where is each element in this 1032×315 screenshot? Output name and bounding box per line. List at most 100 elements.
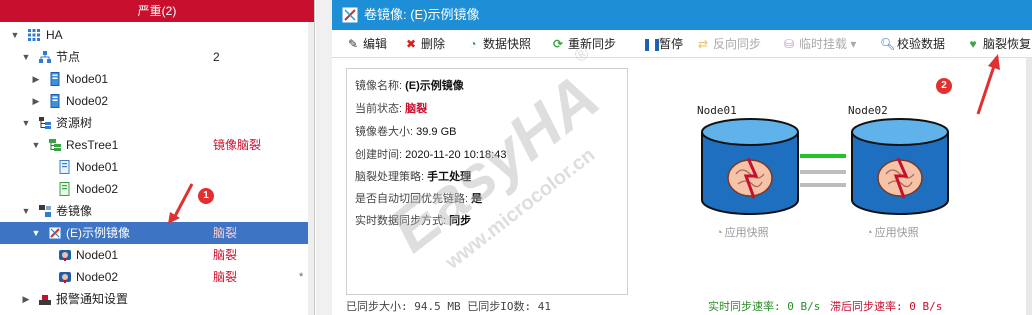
tree-scrollbar[interactable] xyxy=(308,22,314,315)
expand-caret-icon[interactable]: ▼ xyxy=(21,46,31,68)
info-label: 实时数据同步方式: xyxy=(355,215,447,227)
apply-snapshot-label: 应用快照 xyxy=(874,227,919,239)
tree-item-example-mirror[interactable]: ▼ (E)示例镜像 脑裂 xyxy=(0,222,314,244)
tree-item-label: HA xyxy=(46,28,63,42)
snapshot-icon: ◔ xyxy=(716,227,723,239)
info-label: 当前状态: xyxy=(355,103,403,115)
volume-mirror-icon xyxy=(39,205,51,217)
temp-mount-label: 临时挂载 ▾ xyxy=(799,37,857,51)
snapshot-icon: ◔ xyxy=(866,227,873,239)
tree-item-alert-settings[interactable]: ▶ 报警通知设置 xyxy=(0,288,314,310)
snapshot-icon: ◔ xyxy=(469,37,477,51)
realtime-sync-rate: 实时同步速率: 0 B/s xyxy=(708,300,821,313)
delete-label: 删除 xyxy=(421,37,446,51)
node01-disk-icon[interactable] xyxy=(700,118,800,218)
verify-data-button[interactable]: 🔍︎ 校验数据 xyxy=(880,30,945,58)
node02-apply-snapshot[interactable]: ◔ 应用快照 xyxy=(866,224,919,240)
tree-item-resource-tree[interactable]: ▼ 资源树 xyxy=(0,112,314,134)
node01-apply-snapshot[interactable]: ◔ 应用快照 xyxy=(716,224,769,240)
detail-title-bar: 卷镜像: (E)示例镜像 xyxy=(332,0,1032,30)
info-value: 脑裂 xyxy=(405,103,428,115)
expand-caret-icon[interactable]: ▼ xyxy=(31,222,41,244)
info-label: 创建时间: xyxy=(355,149,403,161)
tree-item-ha[interactable]: ▼ HA xyxy=(0,24,314,46)
info-value: (E)示例镜像 xyxy=(405,80,464,92)
tree-item-label: 卷镜像 xyxy=(56,204,93,218)
detail-title: 卷镜像: (E)示例镜像 xyxy=(364,7,480,22)
severity-header[interactable]: 严重(2) xyxy=(0,0,314,22)
expand-caret-icon[interactable]: ▶ xyxy=(21,288,31,310)
info-volume-size: 镜像卷大小: 39.9 GB xyxy=(355,123,456,139)
node-count: 2 xyxy=(213,50,220,64)
tree-item-restree-node02[interactable]: Node02 xyxy=(0,178,314,200)
tree-item-mirror-node01[interactable]: Node01 脑裂 xyxy=(0,244,314,266)
toolbar: ✎ 编辑 ✖ 删除 ◔ 数据快照 ⟳ 重新同步 ❚❚暂停 ⇄ 反向同步 ⛁ 临时挂载 ▾ 🔍… xyxy=(332,30,1032,58)
edit-label: 编辑 xyxy=(363,37,388,51)
tree-item-nodes[interactable]: ▼ 节点 2 xyxy=(0,46,314,68)
status-text: 脑裂 xyxy=(213,226,238,240)
expand-caret-icon[interactable]: ▶ xyxy=(31,68,41,90)
expand-caret-icon[interactable]: ▼ xyxy=(21,200,31,222)
status-text: 脑裂 xyxy=(213,248,238,262)
panel-divider[interactable] xyxy=(316,0,332,315)
verify-icon: 🔍︎ xyxy=(880,37,896,51)
tree-item-restree1[interactable]: ▼ ResTree1 镜像脑裂 xyxy=(0,134,314,156)
annotation-arrow-1 xyxy=(168,183,194,224)
resync-label: 重新同步 xyxy=(568,37,617,51)
lag-sync-rate: 滞后同步速率: 0 B/s xyxy=(830,300,943,313)
expand-caret-icon[interactable]: ▼ xyxy=(31,134,41,156)
modified-star: * xyxy=(299,271,304,283)
status-text: 脑裂 xyxy=(213,270,238,284)
tree-item-label: Node02 xyxy=(76,270,119,284)
sync-status-bar: 已同步大小: 94.5 MB 已同步IO数: 41 实时同步速率: 0 B/s … xyxy=(346,296,1026,315)
node-page-green-icon xyxy=(59,182,70,196)
resync-icon: ⟳ xyxy=(552,37,564,51)
node02-disk-icon[interactable] xyxy=(850,118,950,218)
temp-mount-button[interactable]: ⛁ 临时挂载 ▾ xyxy=(782,30,856,58)
annotation-badge-2: 2 xyxy=(936,78,952,94)
info-value: 同步 xyxy=(449,215,472,227)
node02-label: Node02 xyxy=(848,104,888,117)
reverse-sync-button[interactable]: ⇄ 反向同步 xyxy=(696,30,761,58)
network-nodes-icon xyxy=(39,51,51,63)
expand-caret-icon[interactable]: ▼ xyxy=(10,24,20,46)
tree-item-label: 节点 xyxy=(56,50,81,64)
tree-item-restree-node01[interactable]: Node01 xyxy=(0,156,314,178)
node-page-icon xyxy=(59,160,70,174)
apply-snapshot-label: 应用快照 xyxy=(724,227,769,239)
mirror-info-box: 镜像名称: (E)示例镜像 当前状态: 脑裂 镜像卷大小: 39.9 GB 创建… xyxy=(346,68,628,295)
detail-scrollbar[interactable] xyxy=(1026,58,1032,315)
tree-item-label: Node02 xyxy=(66,94,109,108)
splitbrain-disk-icon xyxy=(59,250,71,261)
synced-stats: 已同步大小: 94.5 MB 已同步IO数: 41 xyxy=(346,300,551,313)
delete-icon: ✖ xyxy=(405,37,417,51)
pause-button[interactable]: ❚❚暂停 xyxy=(642,30,683,58)
mirror-error-icon xyxy=(48,226,62,240)
resync-button[interactable]: ⟳ 重新同步 xyxy=(551,30,616,58)
snapshot-button[interactable]: ◔ 数据快照 xyxy=(466,30,531,58)
resource-tree-panel: 严重(2) ▼ HA ▼ 节点 2 ▶ Node01 ▶ Node02 ▼ 资源… xyxy=(0,0,315,315)
info-created-time: 创建时间: 2020-11-20 10:18:43 xyxy=(355,146,506,162)
info-sync-mode: 实时数据同步方式: 同步 xyxy=(355,212,471,228)
tree-item-label: Node02 xyxy=(76,182,119,196)
sync-link-lines xyxy=(800,154,846,187)
splitbrain-recover-label: 脑裂恢复 xyxy=(983,37,1032,51)
tree-item-label: 报警通知设置 xyxy=(56,292,129,306)
tree-item-label: Node01 xyxy=(66,72,109,86)
tree-item-node01[interactable]: ▶ Node01 xyxy=(0,68,314,90)
edit-button[interactable]: ✎ 编辑 xyxy=(346,30,387,58)
info-value: 手工处理 xyxy=(427,171,472,183)
tree-item-label: (E)示例镜像 xyxy=(66,226,130,240)
info-value: 2020-11-20 10:18:43 xyxy=(405,149,507,161)
alarm-icon xyxy=(39,295,51,305)
expand-caret-icon[interactable]: ▶ xyxy=(31,90,41,112)
expand-caret-icon[interactable]: ▼ xyxy=(21,112,31,134)
server-icon xyxy=(50,72,60,86)
restree-icon xyxy=(49,139,61,151)
tree-item-mirror-node02[interactable]: Node02 脑裂 * xyxy=(0,266,314,288)
delete-button[interactable]: ✖ 删除 xyxy=(404,30,445,58)
tree-item-label: ResTree1 xyxy=(66,138,119,152)
mount-icon: ⛁ xyxy=(783,37,795,51)
tree-item-node02[interactable]: ▶ Node02 xyxy=(0,90,314,112)
tree-item-volume-mirror[interactable]: ▼ 卷镜像 xyxy=(0,200,314,222)
